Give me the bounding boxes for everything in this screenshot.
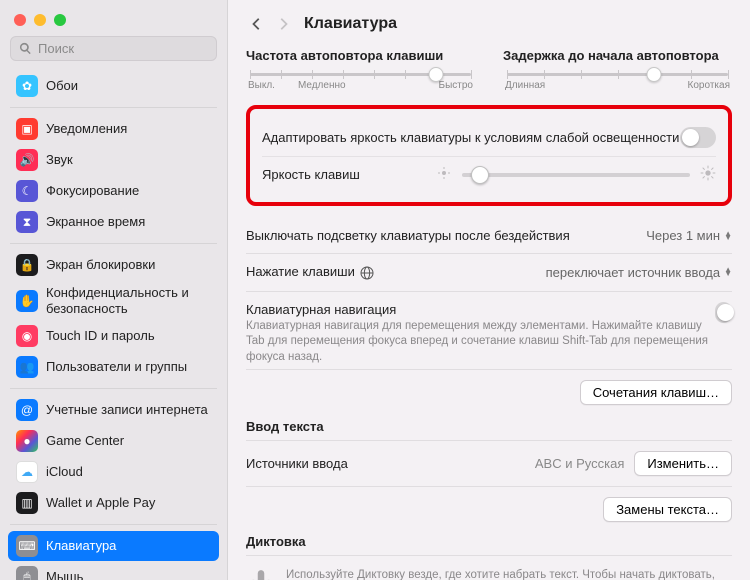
sidebar-item-internet-accounts[interactable]: @Учетные записи интернета: [8, 395, 219, 425]
sidebar-item-focus[interactable]: ☾Фокусирование: [8, 176, 219, 206]
minimize-window-button[interactable]: [34, 14, 46, 26]
search-icon: [19, 42, 32, 55]
sidebar-item-mouse[interactable]: 🖱Мышь: [8, 562, 219, 580]
sidebar-item-wallpaper[interactable]: ✿Обои: [8, 71, 219, 101]
sidebar-item-game-center[interactable]: ●Game Center: [8, 426, 219, 456]
repeat-delay-slider[interactable]: [507, 73, 728, 76]
repeat-rate-label: Частота автоповтора клавиши: [246, 48, 475, 63]
dictation-section-title: Диктовка: [246, 534, 732, 549]
edit-input-sources-button[interactable]: Изменить…: [634, 451, 732, 476]
sidebar-item-sound[interactable]: 🔊Звук: [8, 145, 219, 175]
fullscreen-window-button[interactable]: [54, 14, 66, 26]
close-window-button[interactable]: [14, 14, 26, 26]
sidebar-list: ✿Обои ▣Уведомления 🔊Звук ☾Фокусирование …: [0, 71, 227, 580]
chevron-updown-icon: ▲▼: [724, 232, 732, 240]
divider: [10, 524, 217, 525]
at-icon: @: [16, 399, 38, 421]
key-brightness-label: Яркость клавиш: [262, 167, 360, 182]
backlight-off-select[interactable]: Через 1 мин▲▼: [646, 228, 732, 243]
wallet-icon: ▥: [16, 492, 38, 514]
bell-icon: ▣: [16, 118, 38, 140]
input-sources-label: Источники ввода: [246, 456, 348, 471]
keyboard-nav-title: Клавиатурная навигация: [246, 302, 715, 317]
search-placeholder: Поиск: [38, 41, 74, 56]
divider: [10, 243, 217, 244]
moon-icon: ☾: [16, 180, 38, 202]
sidebar-item-users[interactable]: 👥Пользователи и группы: [8, 352, 219, 382]
header: Клавиатура: [228, 0, 750, 42]
keypress-select[interactable]: переключает источник ввода▲▼: [546, 265, 732, 280]
lock-icon: 🔒: [16, 254, 38, 276]
sidebar-item-keyboard[interactable]: ⌨Клавиатура: [8, 531, 219, 561]
sidebar-item-notifications[interactable]: ▣Уведомления: [8, 114, 219, 144]
keypress-label: Нажатие клавиши: [246, 264, 375, 281]
adapt-brightness-label: Адаптировать яркость клавиатуры к услови…: [262, 130, 679, 145]
hourglass-icon: ⧗: [16, 211, 38, 233]
brightness-low-icon: [436, 165, 452, 184]
sidebar-item-wallet[interactable]: ▥Wallet и Apple Pay: [8, 488, 219, 518]
cloud-icon: ☁: [16, 461, 38, 483]
highlighted-section: Адаптировать яркость клавиатуры к услови…: [246, 105, 732, 206]
content: Частота автоповтора клавиши Выкл.Медленн…: [228, 42, 750, 580]
brightness-high-icon: [700, 165, 716, 184]
key-brightness-slider[interactable]: [436, 165, 716, 184]
fingerprint-icon: ◉: [16, 325, 38, 347]
hand-icon: ✋: [16, 290, 38, 312]
microphone-icon: [246, 566, 276, 580]
sidebar-item-touchid[interactable]: ◉Touch ID и пароль: [8, 321, 219, 351]
backlight-off-label: Выключать подсветку клавиатуры после без…: [246, 228, 570, 243]
search-input[interactable]: Поиск: [10, 36, 217, 61]
sidebar-item-lockscreen[interactable]: 🔒Экран блокировки: [8, 250, 219, 280]
main-pane: Клавиатура Частота автоповтора клавиши В…: [228, 0, 750, 580]
text-replacements-button[interactable]: Замены текста…: [603, 497, 732, 522]
sidebar-item-screentime[interactable]: ⧗Экранное время: [8, 207, 219, 237]
sidebar-item-privacy[interactable]: ✋Конфиденциальность и безопасность: [8, 281, 219, 320]
sidebar-item-icloud[interactable]: ☁iCloud: [8, 457, 219, 487]
flower-icon: ✿: [16, 75, 38, 97]
text-input-section-title: Ввод текста: [246, 419, 732, 434]
keyboard-nav-desc: Клавиатурная навигация для перемещения м…: [246, 319, 715, 366]
shortcuts-button[interactable]: Сочетания клавиш…: [580, 380, 732, 405]
divider: [10, 388, 217, 389]
keyboard-nav-toggle[interactable]: [715, 302, 732, 323]
input-sources-value: ABC и Русская: [535, 456, 624, 471]
speaker-icon: 🔊: [16, 149, 38, 171]
users-icon: 👥: [16, 356, 38, 378]
adapt-brightness-toggle[interactable]: [680, 127, 716, 148]
globe-icon: [359, 265, 375, 281]
back-button[interactable]: [244, 12, 270, 36]
dictation-desc: Используйте Диктовку везде, где хотите н…: [286, 568, 732, 580]
repeat-rate-slider[interactable]: [250, 73, 471, 76]
window-controls: [0, 0, 227, 36]
chevron-updown-icon: ▲▼: [724, 268, 732, 276]
page-title: Клавиатура: [304, 15, 397, 33]
gamecenter-icon: ●: [16, 430, 38, 452]
repeat-delay-label: Задержка до начала автоповтора: [503, 48, 732, 63]
keyboard-icon: ⌨: [16, 535, 38, 557]
mouse-icon: 🖱: [16, 566, 38, 580]
sidebar: Поиск ✿Обои ▣Уведомления 🔊Звук ☾Фокусиро…: [0, 0, 228, 580]
divider: [10, 107, 217, 108]
forward-button[interactable]: [270, 12, 296, 36]
